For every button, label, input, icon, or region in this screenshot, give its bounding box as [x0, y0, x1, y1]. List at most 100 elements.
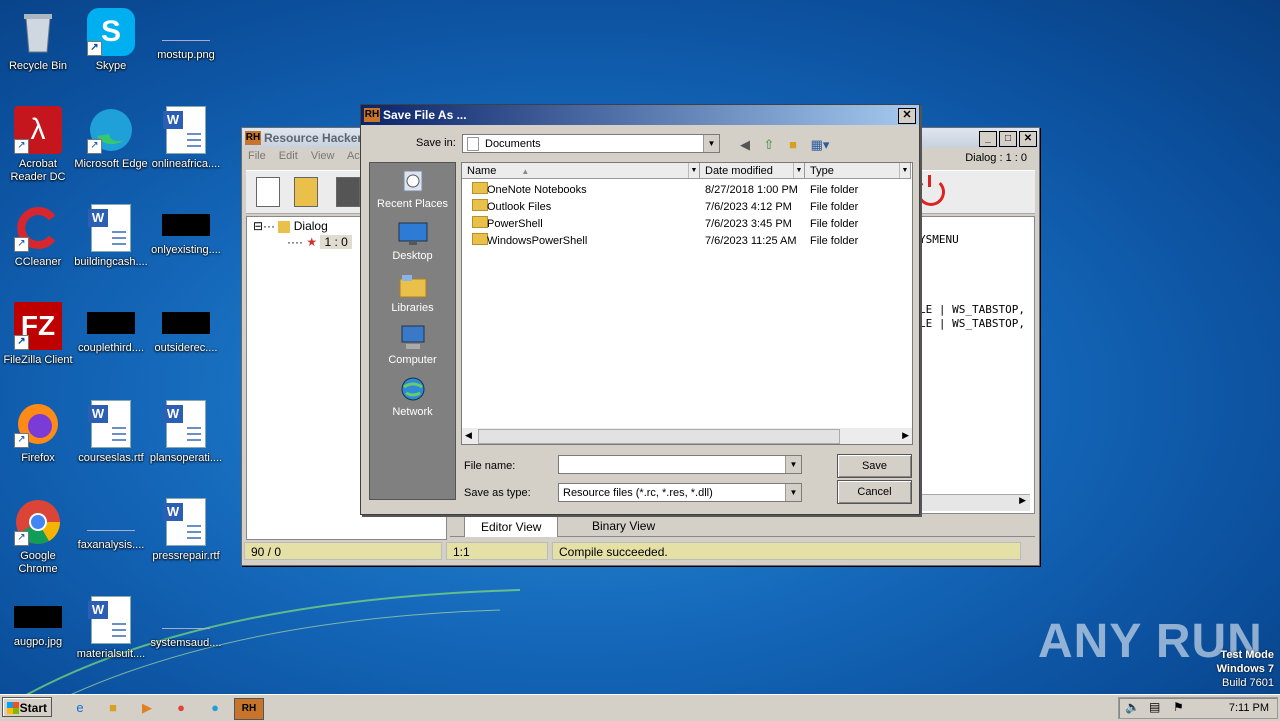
- desktop-icon-chrome[interactable]: ↗ Google Chrome: [0, 494, 76, 584]
- dialog-close-button[interactable]: ✕: [898, 108, 916, 124]
- place-libraries[interactable]: Libraries: [370, 273, 455, 314]
- start-button[interactable]: Start: [2, 697, 52, 717]
- media-player-icon[interactable]: ▶: [137, 698, 157, 718]
- scroll-left-icon[interactable]: ◀: [465, 430, 472, 441]
- minimize-button[interactable]: _: [979, 131, 997, 147]
- scroll-right-icon[interactable]: ▶: [902, 430, 909, 441]
- save-in-label: Save in:: [416, 137, 456, 149]
- image-thumbnail-icon: [87, 312, 135, 334]
- tab-editor-view[interactable]: Editor View: [464, 516, 559, 537]
- menu-edit[interactable]: Edit: [279, 150, 298, 162]
- close-button[interactable]: ✕: [1019, 131, 1037, 147]
- chevron-down-icon[interactable]: ▼: [793, 163, 804, 178]
- sort-ascending-icon: ▲: [521, 167, 530, 176]
- save-as-type-dropdown[interactable]: Resource files (*.rc, *.res, *.dll) ▼: [558, 483, 802, 502]
- desktop-icon-materialsuit[interactable]: W materialsuit....: [73, 592, 149, 682]
- view-menu-icon[interactable]: ▦▾: [808, 136, 832, 154]
- save-button[interactable]: Save: [837, 454, 912, 478]
- image-thumbnail-icon: [162, 214, 210, 236]
- network-icon[interactable]: ▤: [1149, 700, 1160, 714]
- cancel-button[interactable]: Cancel: [837, 480, 912, 504]
- desktop-icon-courseslas[interactable]: W courseslas.rtf: [73, 396, 149, 486]
- power-icon[interactable]: [917, 175, 945, 206]
- desktop-icon-couplethird[interactable]: couplethird....: [73, 298, 149, 388]
- desktop-icon-edge[interactable]: ↗ Microsoft Edge: [73, 102, 149, 192]
- desktop-icon-onlineafrica[interactable]: W onlineafrica....: [148, 102, 224, 192]
- column-header-type[interactable]: Type ▼: [805, 163, 911, 179]
- chevron-down-icon[interactable]: ▼: [785, 484, 801, 501]
- file-row[interactable]: WindowsPowerShell 7/6/2023 11:25 AM File…: [462, 233, 902, 250]
- editor-horizontal-scrollbar[interactable]: ▶: [912, 494, 1030, 511]
- chevron-down-icon[interactable]: ▼: [899, 163, 910, 178]
- open-file-icon[interactable]: [294, 177, 318, 207]
- column-header-date-modified[interactable]: Date modified ▼: [700, 163, 805, 179]
- chrome-icon[interactable]: ●: [171, 698, 191, 718]
- desktop-icon-filezilla[interactable]: FZ ↗ FileZilla Client: [0, 298, 76, 388]
- word-document-icon: W: [88, 596, 131, 644]
- desktop-icon-augpo[interactable]: augpo.jpg: [0, 592, 76, 682]
- desktop-icon-firefox[interactable]: ↗ Firefox: [0, 396, 76, 486]
- save-as-type-label: Save as type:: [464, 487, 531, 499]
- chevron-down-icon[interactable]: ▼: [703, 135, 719, 152]
- up-folder-icon[interactable]: ⇧: [760, 136, 778, 154]
- new-folder-icon[interactable]: ■: [784, 136, 802, 154]
- image-thumbnail-icon: [14, 606, 62, 628]
- save-file-dialog[interactable]: RH Save File As ... ✕ Save in: Documents…: [360, 104, 920, 515]
- place-recent-places[interactable]: Recent Places: [370, 169, 455, 210]
- file-list[interactable]: Name ▲ ▼ Date modified ▼ Type ▼ OneNote Not…: [461, 162, 913, 445]
- folder-icon: [278, 220, 291, 233]
- desktop-icon-ccleaner[interactable]: ↗ CCleaner: [0, 200, 76, 290]
- places-bar: Recent Places Desktop Libraries Computer…: [369, 162, 456, 500]
- menu-file[interactable]: File: [248, 150, 266, 162]
- resource-hacker-taskbar-button[interactable]: RH: [234, 698, 264, 720]
- back-icon[interactable]: ◀: [736, 136, 754, 154]
- desktop-icon-faxanalysis[interactable]: faxanalysis....: [73, 494, 149, 584]
- place-desktop[interactable]: Desktop: [370, 221, 455, 262]
- file-row[interactable]: Outlook Files 7/6/2023 4:12 PM File fold…: [462, 199, 902, 216]
- desktop-icon-outsiderec[interactable]: outsiderec....: [148, 298, 224, 388]
- desktop-icon-skype[interactable]: S ↗ Skype: [73, 4, 149, 94]
- tab-binary-view[interactable]: Binary View: [576, 516, 671, 536]
- desktop-icon-plansoperati[interactable]: W plansoperati....: [148, 396, 224, 486]
- desktop-icon-systemsaud[interactable]: systemsaud....: [148, 592, 224, 682]
- dialog-title-bar[interactable]: RH Save File As ... ✕: [361, 105, 919, 125]
- maximize-button[interactable]: □: [999, 131, 1017, 147]
- save-file-icon[interactable]: [336, 177, 360, 207]
- flag-icon[interactable]: ⚑: [1173, 700, 1184, 714]
- new-file-icon[interactable]: [256, 177, 280, 207]
- edge-icon[interactable]: ●: [205, 698, 225, 718]
- save-in-dropdown[interactable]: Documents ▼: [462, 134, 720, 153]
- desktop-icon-onlyexisting[interactable]: onlyexisting....: [148, 200, 224, 290]
- test-mode-notice: Test Mode Windows 7 Build 7601: [1216, 649, 1274, 689]
- tree-node-dialog[interactable]: ⊟··· Dialog: [253, 219, 328, 233]
- file-list-horizontal-scrollbar[interactable]: ◀ ▶: [462, 428, 912, 444]
- chevron-down-icon[interactable]: ▼: [688, 163, 699, 178]
- desktop-icon-acrobat[interactable]: λ ↗ Acrobat Reader DC: [0, 102, 76, 192]
- internet-explorer-icon[interactable]: e: [70, 698, 90, 718]
- desktop-icon-mostup[interactable]: mostup.png: [148, 4, 224, 94]
- volume-icon[interactable]: 🔈: [1125, 700, 1140, 714]
- documents-folder-icon: [467, 137, 479, 152]
- explorer-icon[interactable]: ■: [103, 698, 123, 718]
- chevron-down-icon[interactable]: ▼: [785, 456, 801, 473]
- clock[interactable]: 7:11 PM: [1229, 698, 1269, 718]
- skype-icon: S ↗: [87, 8, 135, 56]
- file-name-field[interactable]: ▼: [558, 455, 802, 474]
- blank-file-icon: [87, 508, 135, 531]
- desktop-icon-pressrepair[interactable]: W pressrepair.rtf: [148, 494, 224, 584]
- word-document-icon: W: [163, 106, 206, 154]
- menu-view[interactable]: View: [311, 150, 335, 162]
- column-header-name[interactable]: Name ▲ ▼: [462, 163, 700, 179]
- desktop-icon-recycle-bin[interactable]: Recycle Bin: [0, 4, 76, 94]
- resource-hacker-icon: RH: [245, 131, 261, 145]
- rh-dialog-indicator: Dialog : 1 : 0: [965, 152, 1027, 164]
- desktop-icon-buildingcash[interactable]: W buildingcash....: [73, 200, 149, 290]
- status-bar: 90 / 0 1:1 Compile succeeded.: [244, 542, 1021, 560]
- scroll-right-icon[interactable]: ▶: [1019, 495, 1026, 506]
- scrollbar-thumb[interactable]: [478, 429, 840, 444]
- file-row[interactable]: PowerShell 7/6/2023 3:45 PM File folder: [462, 216, 902, 233]
- tree-node-1-0[interactable]: ···· ★ 1 : 0: [287, 235, 352, 249]
- file-row[interactable]: OneNote Notebooks 8/27/2018 1:00 PM File…: [462, 182, 902, 199]
- place-computer[interactable]: Computer: [370, 325, 455, 366]
- place-network[interactable]: Network: [370, 377, 455, 418]
